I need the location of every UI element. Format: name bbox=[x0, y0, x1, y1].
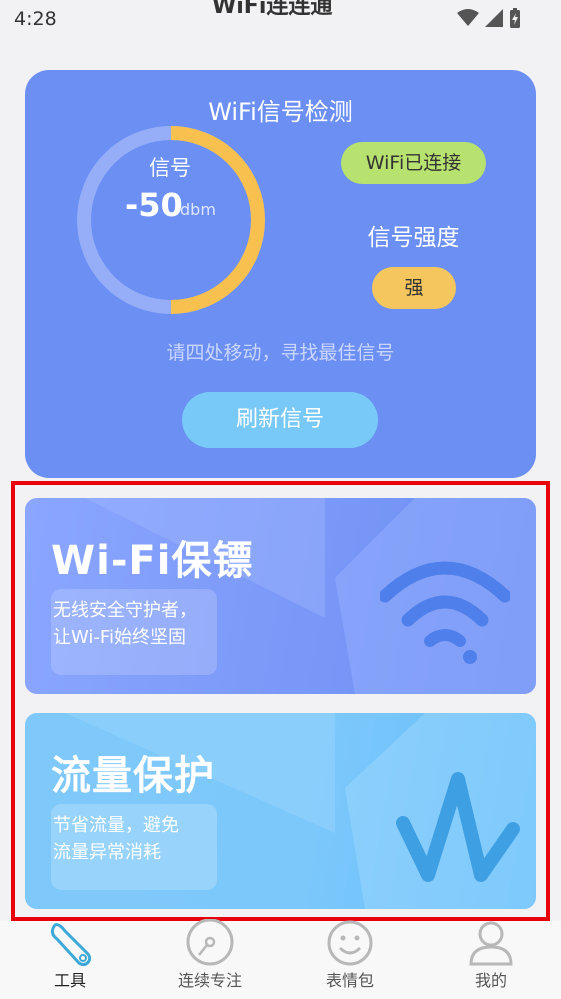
nav-item-profile[interactable]: 我的 bbox=[441, 921, 541, 999]
nav-item-focus[interactable]: 连续专注 bbox=[160, 919, 260, 999]
disc-icon bbox=[186, 919, 234, 966]
gauge-label: 信号 bbox=[149, 156, 191, 180]
highlight-outline bbox=[11, 481, 550, 921]
app-title: WiFi连连通 bbox=[212, 0, 333, 19]
status-bar: 4:28 WiFi连连通 bbox=[0, 0, 561, 38]
smiley-icon bbox=[327, 920, 373, 966]
status-icons bbox=[457, 8, 521, 28]
nav-item-stickers[interactable]: 表情包 bbox=[300, 920, 400, 999]
battery-icon bbox=[510, 8, 520, 28]
signal-unit: dbm bbox=[180, 200, 216, 219]
nav-label: 连续专注 bbox=[177, 971, 242, 990]
status-time: 4:28 bbox=[14, 8, 57, 30]
bottom-nav: 工具 连续专注 表情包 我的 bbox=[0, 919, 561, 999]
refresh-signal-button[interactable]: 刷新信号 bbox=[182, 392, 378, 448]
wrench-icon bbox=[50, 923, 92, 967]
wifi-status-icon bbox=[457, 9, 479, 26]
wifi-connected-badge: WiFi已连接 bbox=[341, 142, 486, 184]
signal-strength-badge: 强 bbox=[372, 267, 456, 309]
move-hint: 请四处移动，寻找最佳信号 bbox=[166, 342, 395, 364]
nav-label: 表情包 bbox=[325, 971, 374, 990]
cell-signal-icon bbox=[485, 9, 503, 27]
signal-detection-card: WiFi信号检测 信号 -50 dbm WiFi已连接 信号强度 强 请四处移动… bbox=[25, 70, 536, 478]
user-icon bbox=[469, 921, 513, 966]
nav-label: 工具 bbox=[53, 971, 86, 990]
signal-strength-label: 信号强度 bbox=[367, 225, 460, 251]
nav-label: 我的 bbox=[474, 971, 507, 990]
nav-item-tools[interactable]: 工具 bbox=[20, 921, 120, 999]
signal-value: -50 bbox=[125, 186, 183, 224]
